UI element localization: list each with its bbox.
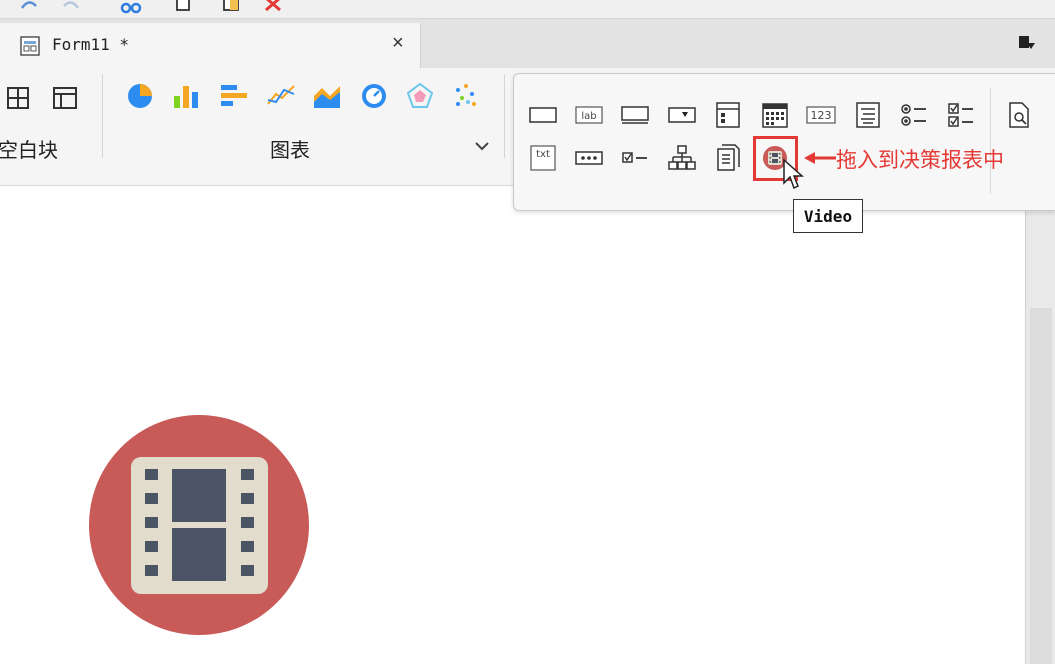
pie-chart-icon[interactable] [126, 82, 154, 110]
password-widget-icon[interactable] [574, 143, 604, 173]
tab-form11[interactable]: Form11 * × [0, 23, 421, 68]
tab-list-dropdown-icon[interactable] [1018, 35, 1036, 51]
blank-block-group-label: 空白块 [0, 140, 58, 162]
svg-text:123: 123 [811, 109, 832, 122]
bar-chart-icon[interactable] [172, 82, 202, 110]
copy-icon[interactable] [172, 0, 194, 16]
date-widget-icon[interactable] [713, 100, 743, 130]
button-widget-icon[interactable] [528, 100, 558, 130]
design-canvas[interactable] [0, 186, 1025, 664]
delete-icon[interactable] [262, 0, 284, 16]
tab-strip: Form11 * × [0, 19, 1055, 68]
label-widget-icon[interactable]: lab [574, 100, 604, 130]
tree-widget-icon[interactable] [667, 143, 697, 173]
grid-layout-icon[interactable] [52, 86, 78, 110]
area-chart-icon[interactable] [312, 82, 342, 110]
line-chart-icon[interactable] [266, 82, 296, 110]
textbox-widget-icon[interactable] [620, 100, 650, 130]
chevron-down-icon[interactable] [474, 140, 490, 152]
tab-title: Form11 * [52, 35, 130, 54]
preview-widget-icon[interactable] [1004, 100, 1034, 130]
scrollbar-thumb[interactable] [1030, 308, 1052, 664]
redo-icon[interactable] [60, 0, 82, 16]
drag-instruction-annotation: 拖入到决策报表中 [836, 149, 1004, 172]
number-widget-icon[interactable]: 123 [806, 100, 836, 130]
svg-text:txt: txt [536, 149, 550, 160]
svg-text:lab: lab [581, 111, 596, 122]
vertical-scrollbar[interactable] [1025, 186, 1055, 664]
chart-group-label: 图表 [270, 140, 310, 162]
tab-close-button[interactable]: × [392, 33, 404, 53]
radar-chart-icon[interactable] [406, 82, 434, 110]
top-toolbar [0, 0, 1055, 19]
horizontal-bar-icon[interactable] [219, 82, 249, 110]
scatter-chart-icon[interactable] [452, 82, 480, 110]
radio-group-widget-icon[interactable] [899, 100, 929, 130]
video-tooltip: Video [793, 199, 863, 233]
red-arrow-icon [804, 152, 836, 164]
cut-icon[interactable] [120, 0, 142, 16]
undo-icon[interactable] [18, 0, 40, 16]
mouse-cursor-icon [783, 158, 804, 190]
checkbox-widget-icon[interactable] [620, 143, 650, 173]
file-widget-icon[interactable] [713, 143, 743, 173]
paste-icon[interactable] [220, 0, 242, 16]
text-area-widget-icon[interactable]: txt [528, 143, 558, 173]
split-layout-icon[interactable] [6, 86, 30, 110]
checkbox-group-widget-icon[interactable] [946, 100, 976, 130]
gauge-chart-icon[interactable] [360, 82, 388, 110]
list-widget-icon[interactable] [853, 100, 883, 130]
form-file-icon [20, 36, 40, 56]
calendar-widget-icon[interactable] [760, 100, 790, 130]
dropdown-widget-icon[interactable] [667, 100, 697, 130]
video-widget-placeholder-icon[interactable] [88, 414, 310, 636]
